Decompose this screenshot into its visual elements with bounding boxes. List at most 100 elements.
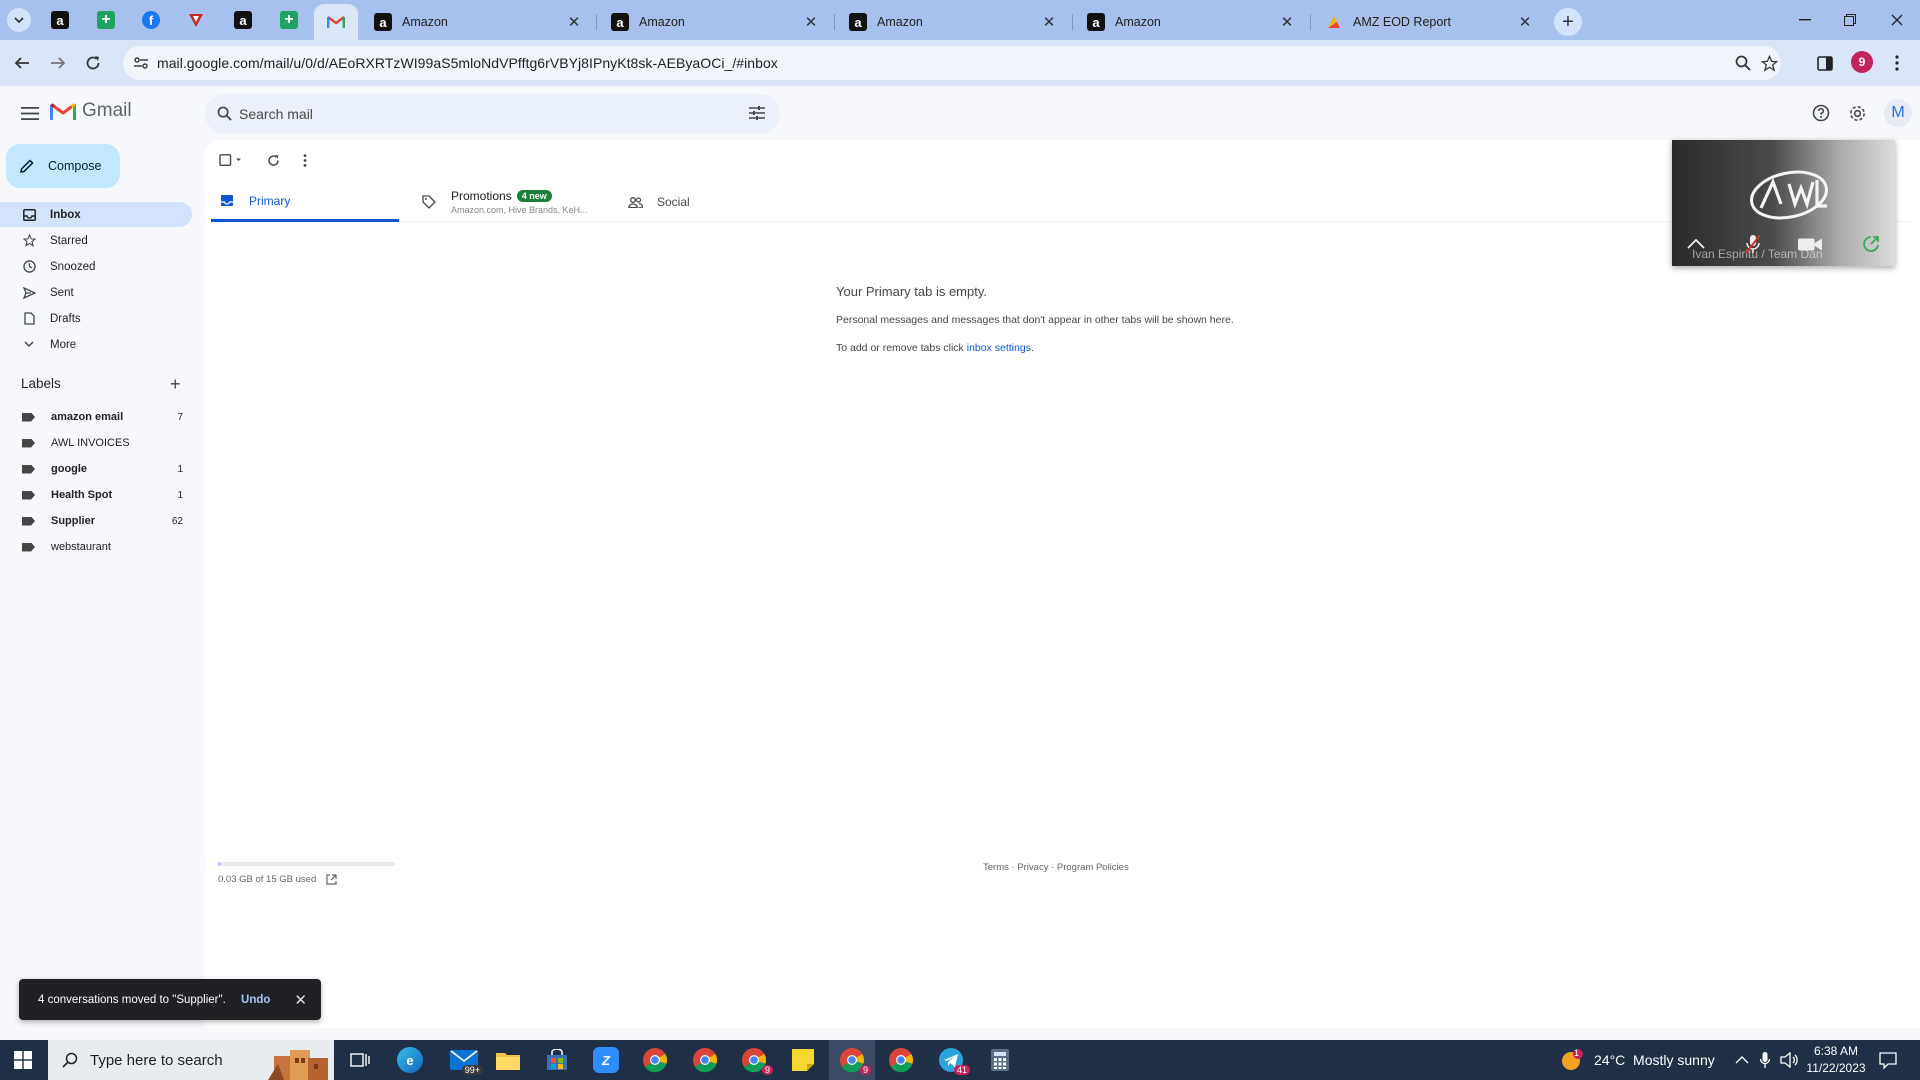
gmail-logo[interactable]: Gmail [50, 100, 132, 122]
taskbar-chrome-1[interactable] [632, 1040, 678, 1080]
taskbar-chrome-active[interactable]: 9 [829, 1040, 875, 1080]
nav-item-inbox[interactable]: Inbox [0, 202, 192, 227]
pinned-tab-sheets-2[interactable]: + [267, 6, 311, 34]
nav-item-more[interactable]: More [0, 332, 192, 357]
microphone-tray-icon[interactable] [1760, 1040, 1770, 1080]
restore-icon[interactable] [1838, 8, 1862, 32]
close-icon[interactable]: ✕ [1517, 13, 1533, 31]
notification-center-button[interactable] [1878, 1050, 1898, 1070]
back-button[interactable] [9, 50, 35, 76]
taskbar-telegram[interactable]: 41 [928, 1040, 974, 1080]
side-panel-button[interactable] [1812, 50, 1838, 76]
close-icon[interactable]: ✕ [1041, 13, 1057, 31]
label-item-supplier[interactable]: Supplier 62 [0, 508, 192, 534]
new-tab-button[interactable]: + [1554, 8, 1582, 36]
search-icon[interactable] [217, 106, 232, 121]
pinned-tab-amazon[interactable]: a [38, 6, 82, 34]
taskbar-calculator[interactable] [977, 1040, 1023, 1080]
start-button[interactable] [0, 1040, 46, 1080]
taskbar-chrome-3[interactable]: 9 [731, 1040, 777, 1080]
nav-item-snoozed[interactable]: Snoozed [0, 254, 192, 279]
camera-icon[interactable] [1798, 232, 1822, 256]
close-icon[interactable]: ✕ [294, 991, 307, 1009]
pinned-tab-gmail[interactable] [314, 4, 358, 40]
label-item-awl-invoices[interactable]: AWL INVOICES [0, 430, 192, 456]
main-menu-button[interactable] [16, 99, 44, 127]
close-icon[interactable]: ✕ [803, 13, 819, 31]
show-hidden-icons-button[interactable] [1735, 1040, 1749, 1080]
search-placeholder: Search mail [239, 106, 313, 122]
search-mail-input[interactable]: Search mail [205, 94, 780, 134]
browser-tab-amazon-3[interactable]: a Amazon ✕ [835, 4, 1071, 40]
nav-item-drafts[interactable]: Drafts [0, 306, 192, 331]
label-item-webstaurant[interactable]: webstaurant [0, 534, 192, 560]
bookmark-star-icon[interactable] [1759, 53, 1779, 73]
support-icon[interactable] [1808, 100, 1834, 126]
gmail-m-icon [50, 103, 76, 120]
create-label-button[interactable]: + [170, 375, 181, 393]
task-view-button[interactable] [337, 1040, 383, 1080]
footer-links[interactable]: Terms · Privacy · Program Policies [983, 862, 1129, 873]
browser-tab-amazon-4[interactable]: a Amazon ✕ [1073, 4, 1309, 40]
taskbar-mail[interactable]: 99+ [441, 1040, 487, 1080]
settings-gear-icon[interactable] [1844, 100, 1870, 126]
label-count: 7 [177, 411, 183, 423]
reload-button[interactable] [80, 50, 106, 76]
forward-button[interactable] [45, 50, 71, 76]
window-close-icon[interactable] [1885, 8, 1909, 32]
browser-menu-button[interactable] [1884, 50, 1910, 76]
close-icon[interactable]: ✕ [1279, 13, 1295, 31]
site-info-icon[interactable] [131, 53, 151, 73]
undo-button[interactable]: Undo [241, 994, 270, 1006]
mic-muted-icon[interactable] [1741, 232, 1765, 256]
taskbar-edge[interactable]: e [387, 1040, 433, 1080]
open-in-new-icon[interactable] [326, 874, 337, 885]
taskbar-chrome-4[interactable] [878, 1040, 924, 1080]
label-name: amazon email [51, 411, 124, 423]
tab-social[interactable]: Social [627, 182, 690, 222]
taskbar-sticky-notes[interactable] [780, 1040, 826, 1080]
pinned-tab-sheets[interactable]: + [84, 6, 128, 34]
more-actions-button[interactable] [295, 148, 315, 172]
address-bar[interactable]: mail.google.com/mail/u/0/d/AEoRXRTzWI99a… [123, 46, 1781, 80]
nav-label: Drafts [50, 312, 81, 325]
taskbar-store[interactable] [534, 1040, 580, 1080]
chevron-up-icon[interactable] [1684, 232, 1708, 256]
search-options-icon[interactable] [749, 106, 765, 120]
pinned-tab-shield[interactable] [174, 6, 218, 34]
tab-search-button[interactable] [7, 8, 31, 32]
pinned-tab-amazon-2[interactable]: a [221, 6, 265, 34]
nav-item-sent[interactable]: Sent [0, 280, 192, 305]
inbox-settings-link[interactable]: inbox settings [967, 342, 1031, 354]
taskbar-file-explorer[interactable] [485, 1040, 531, 1080]
label-item-amazon-email[interactable]: amazon email 7 [0, 404, 192, 430]
tab-primary[interactable]: Primary [211, 182, 399, 222]
taskbar-search-box[interactable]: Type here to search [48, 1040, 334, 1080]
refresh-button[interactable] [261, 148, 285, 172]
label-item-health-spot[interactable]: Health Spot 1 [0, 482, 192, 508]
browser-tab-amazon-1[interactable]: a Amazon ✕ [360, 4, 596, 40]
nav-item-starred[interactable]: Starred [0, 228, 192, 253]
weather-widget[interactable]: 1 24°C Mostly sunny [1560, 1040, 1715, 1080]
pinned-tab-facebook[interactable]: f [129, 6, 173, 34]
compose-button[interactable]: Compose [6, 144, 120, 188]
amazon-icon: a [1087, 13, 1105, 31]
meet-pip-window[interactable]: Ivan Espiritu / Team Dan [1672, 140, 1895, 266]
label-item-google[interactable]: google 1 [0, 456, 192, 482]
taskbar-clock[interactable]: 6:38 AM 11/22/2023 [1806, 1043, 1866, 1077]
empty-state-settings-hint: To add or remove tabs click inbox settin… [836, 342, 1034, 354]
taskbar-zoom[interactable]: Z [583, 1040, 629, 1080]
return-to-tab-icon[interactable] [1859, 232, 1883, 256]
zoom-icon[interactable] [1733, 53, 1753, 73]
volume-icon[interactable] [1780, 1040, 1798, 1080]
account-avatar[interactable]: M [1884, 99, 1912, 127]
taskbar-chrome-2[interactable] [682, 1040, 728, 1080]
tab-promotions[interactable]: Promotions 4 new Amazon.com, Hive Brands… [421, 182, 588, 222]
browser-profile-avatar[interactable]: 9 [1851, 51, 1873, 73]
browser-tab-eod-report[interactable]: AMZ EOD Report ✕ [1311, 4, 1547, 40]
storage-label: 0.03 GB of 15 GB used [218, 874, 317, 885]
browser-tab-amazon-2[interactable]: a Amazon ✕ [597, 4, 833, 40]
minimize-icon[interactable] [1793, 8, 1817, 32]
select-all-checkbox[interactable] [216, 148, 248, 172]
close-icon[interactable]: ✕ [566, 13, 582, 31]
